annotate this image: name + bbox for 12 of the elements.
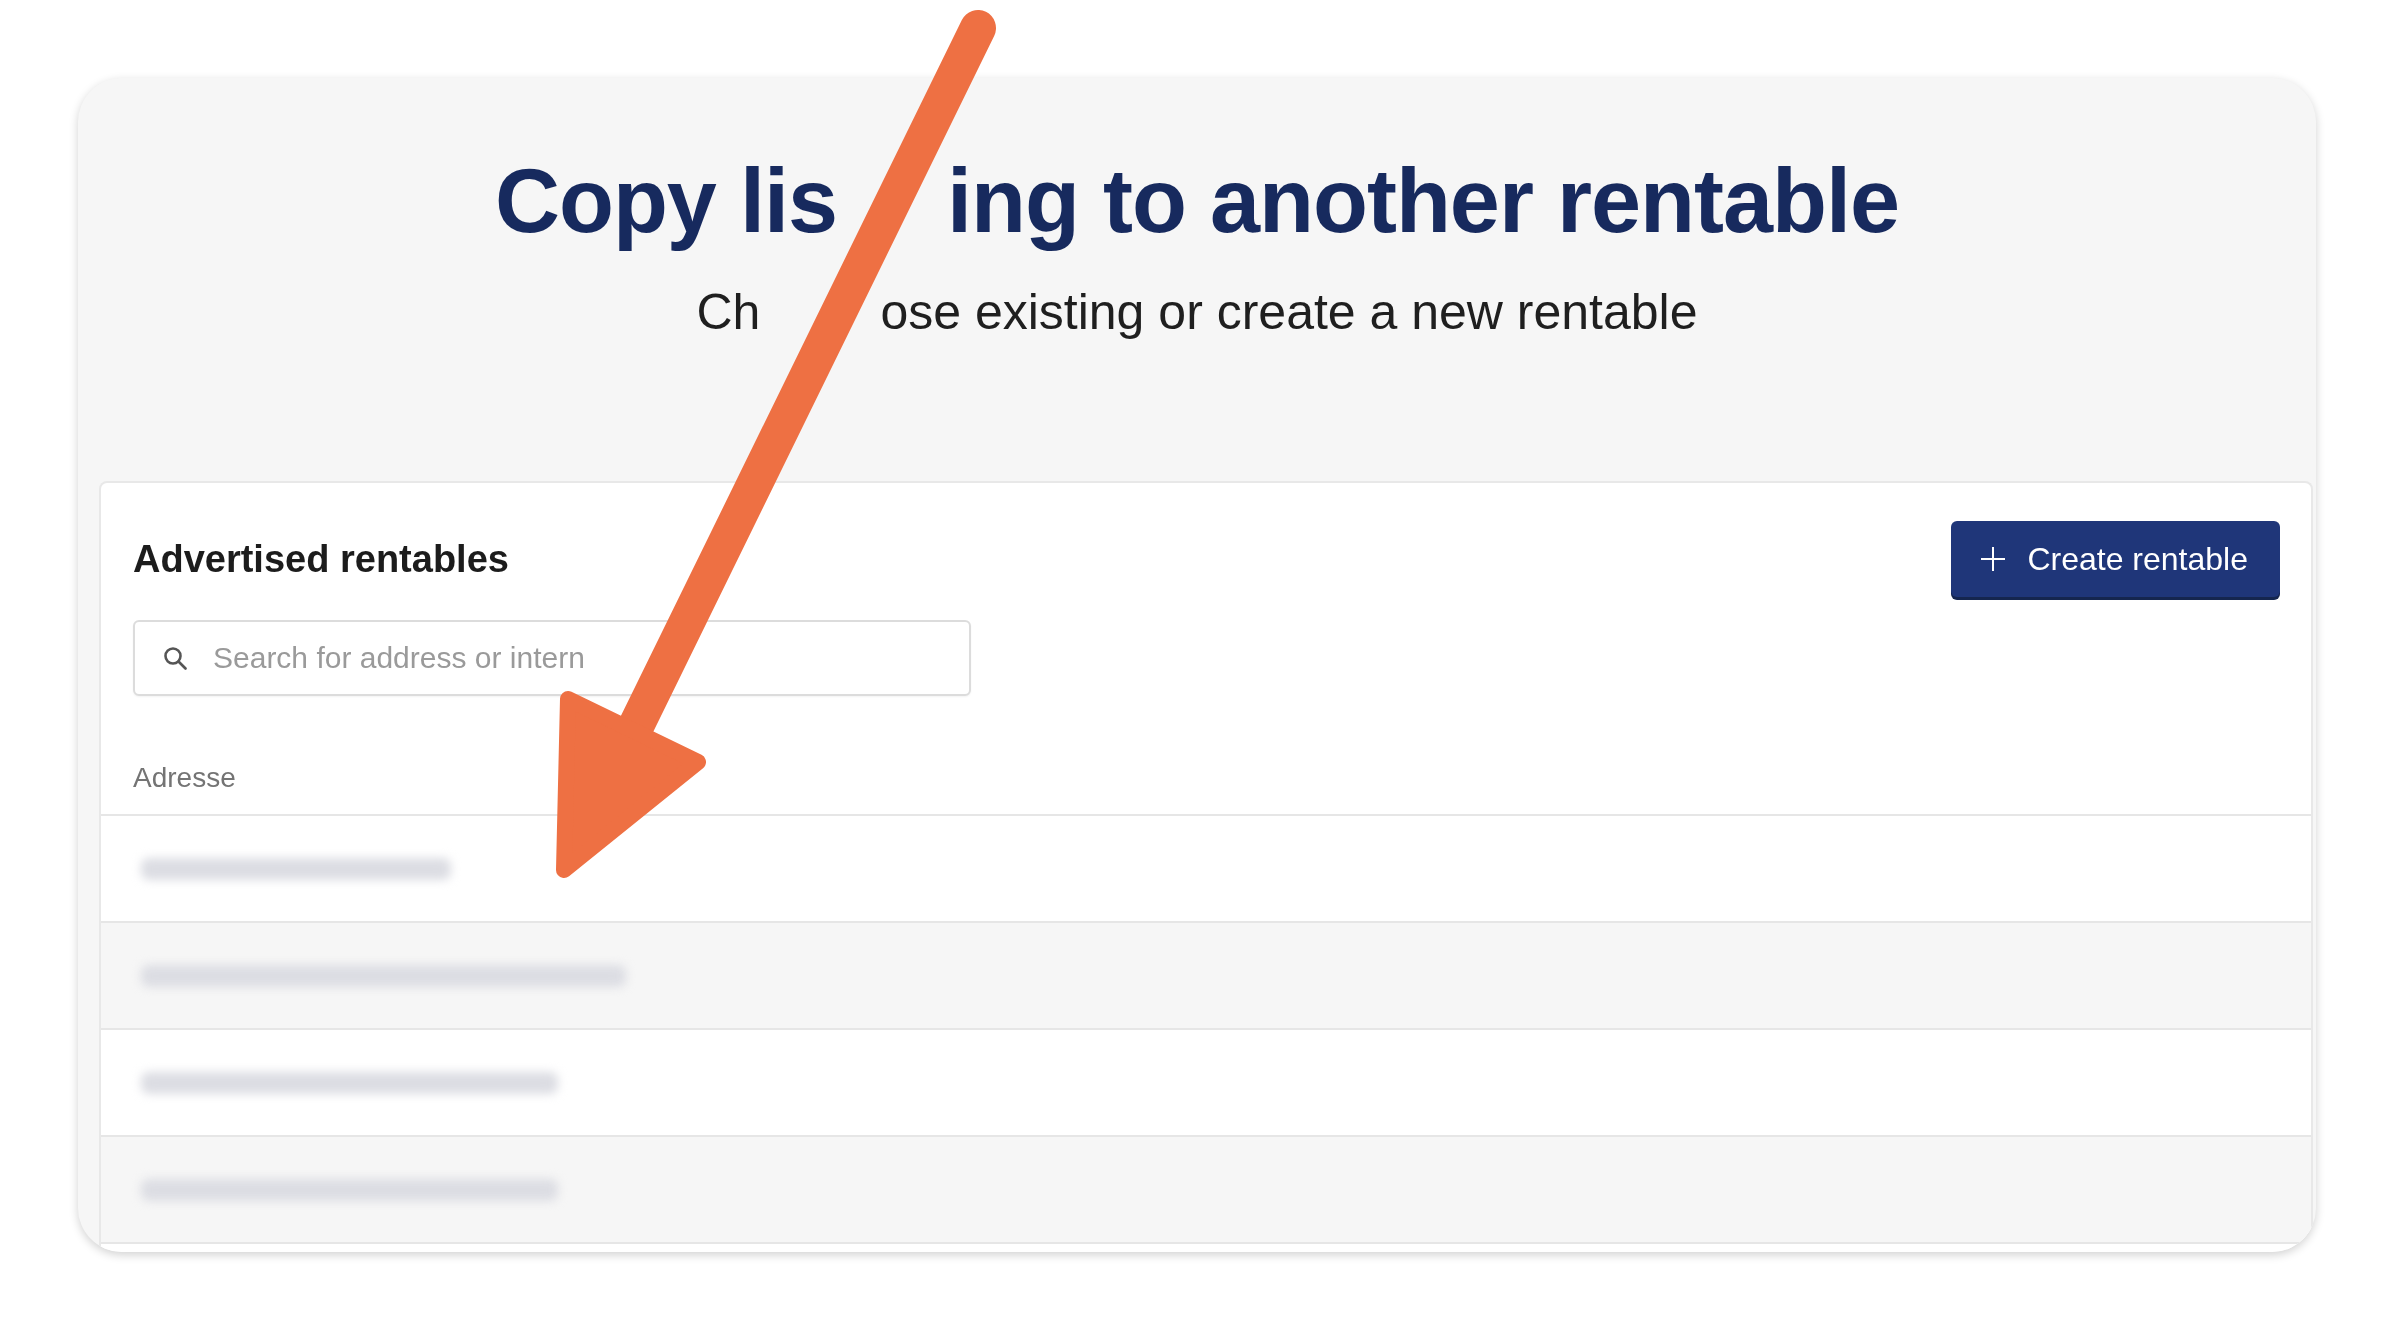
- subtitle-text: Ch: [696, 283, 761, 342]
- title-text: ing to another rentable: [947, 150, 1900, 253]
- create-rentable-button[interactable]: Create rentable: [1951, 521, 2280, 597]
- table-row[interactable]: [101, 923, 2311, 1030]
- title-text: Copy lis: [494, 150, 837, 253]
- panel-heading: Advertised rentables: [133, 537, 509, 581]
- search-icon: [163, 646, 187, 670]
- column-header: Adresse: [133, 762, 236, 793]
- subtitle-text: ose existing or create a new rentable: [880, 283, 1698, 342]
- plus-icon: [1981, 547, 2006, 571]
- search-field[interactable]: Search for address or intern: [133, 620, 971, 696]
- table-row[interactable]: [101, 1137, 2311, 1244]
